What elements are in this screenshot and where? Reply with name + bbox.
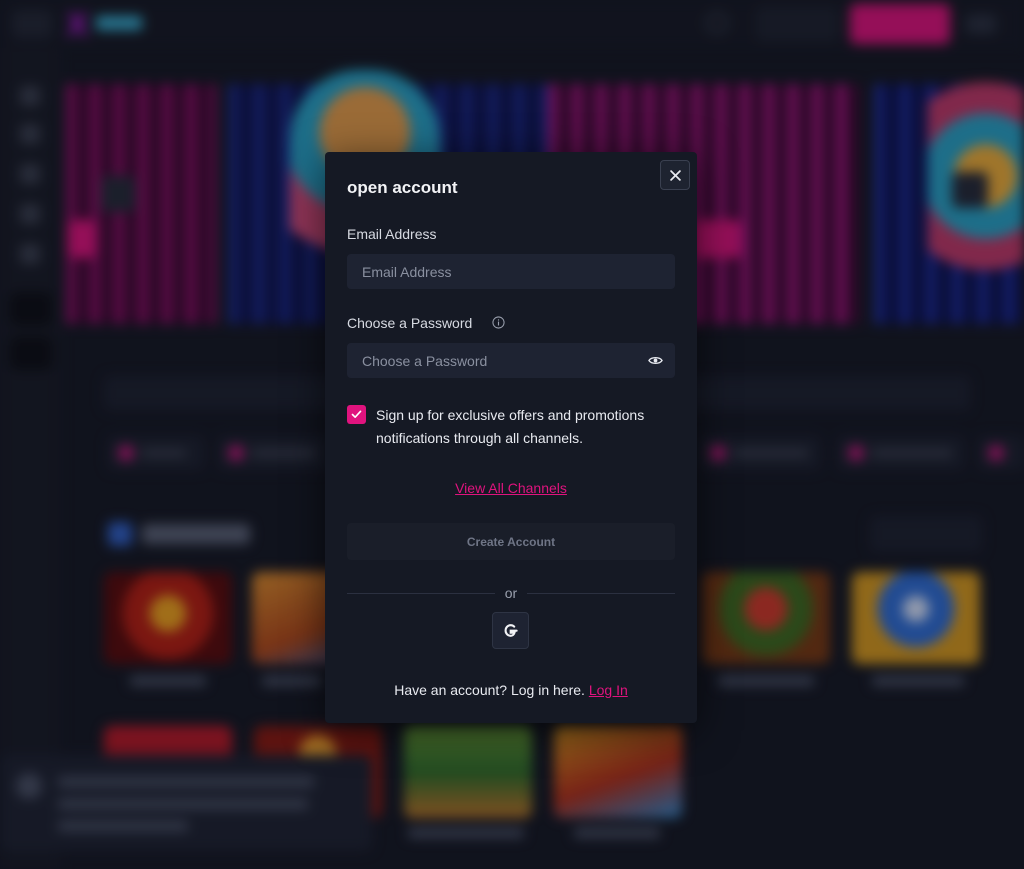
eye-icon [647,356,663,364]
close-button[interactable] [660,160,690,190]
info-icon [492,316,505,329]
email-field[interactable] [347,254,675,289]
divider-line [527,593,675,594]
view-all-channels-text[interactable]: View All Channels [455,480,567,496]
open-account-modal: open account Email Address Choose a Pass… [325,152,697,723]
login-link[interactable]: Log In [589,682,628,698]
password-field[interactable] [347,343,675,378]
login-prompt-text: Have an account? Log in here. [394,682,585,698]
google-signup-button[interactable] [492,612,529,649]
offers-checkbox[interactable] [347,405,366,424]
create-account-button[interactable]: Create Account [347,523,675,560]
email-label: Email Address [347,226,437,242]
google-icon [504,624,518,637]
modal-title: open account [347,178,458,197]
checkmark-icon [351,410,362,419]
password-label: Choose a Password [347,315,473,331]
login-prompt-row: Have an account? Log in here. Log In [325,682,697,698]
offers-checkbox-label: Sign up for exclusive offers and promoti… [376,407,645,446]
show-password-toggle[interactable] [645,352,665,368]
close-icon [669,169,681,181]
view-all-channels-link[interactable]: View All Channels [325,480,697,496]
